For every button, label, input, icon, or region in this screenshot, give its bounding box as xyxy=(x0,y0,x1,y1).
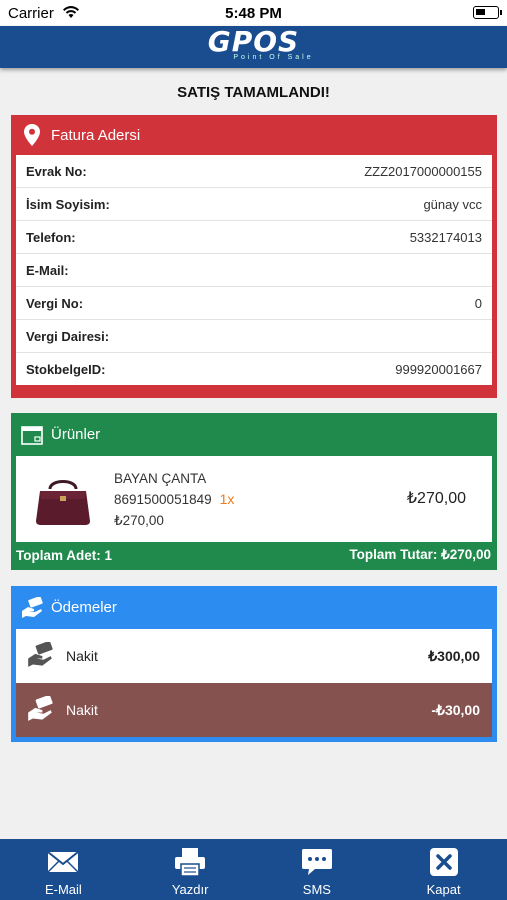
email-button[interactable]: E-Mail xyxy=(0,839,127,900)
stock-doc-id-row: StokbelgeID: 999920001667 xyxy=(16,353,492,385)
close-label: Kapat xyxy=(426,882,461,897)
name-row: İsim Soyisim: günay vcc xyxy=(16,188,492,221)
money-hand-icon xyxy=(26,640,54,671)
invoice-title: Fatura Adersi xyxy=(51,126,141,144)
row-value: günay vcc xyxy=(423,196,482,212)
product-barcode: 8691500051849 xyxy=(114,492,212,507)
tax-no-row: Vergi No: 0 xyxy=(16,287,492,320)
product-unit-price: ₺270,00 xyxy=(114,513,164,528)
evrak-no-row: Evrak No: ZZZ2017000000155 xyxy=(16,155,492,188)
page-title: SATIŞ TAMAMLANDI! xyxy=(177,84,330,101)
row-label: Telefon: xyxy=(26,229,76,245)
battery-icon xyxy=(473,6,502,19)
products-title: Ürünler xyxy=(51,426,101,443)
product-info: BAYAN ÇANTA 8691500051849 1x ₺270,00 xyxy=(114,468,234,531)
products-section: Ürünler BAYAN ÇANTA 8691500051849 1x ₺270… xyxy=(11,413,497,570)
payment-amount: -₺30,00 xyxy=(431,701,480,718)
invoice-header: Fatura Adersi xyxy=(11,115,497,155)
change-row[interactable]: Nakit -₺30,00 xyxy=(16,683,492,737)
products-totals: Toplam Adet: 1 Toplam Tutar: ₺270,00 xyxy=(11,542,497,568)
product-quantity: 1x xyxy=(219,491,235,507)
total-amount: Toplam Tutar: ₺270,00 xyxy=(349,547,491,562)
invoice-details: Evrak No: ZZZ2017000000155 İsim Soyisim: g… xyxy=(16,155,492,385)
product-name: BAYAN ÇANTA xyxy=(114,471,207,486)
invoice-section: Fatura Adersi Evrak No: ZZZ2017000000155 … xyxy=(11,115,497,398)
payment-method: Nakit xyxy=(66,648,98,664)
row-value: ZZZ2017000000155 xyxy=(364,163,482,179)
row-label: Evrak No: xyxy=(26,163,87,179)
products-header: Ürünler xyxy=(11,413,497,456)
row-label: Vergi Dairesi: xyxy=(26,328,110,344)
print-label: Yazdır xyxy=(171,882,209,897)
bottom-toolbar: E-Mail Yazdır SMS Kapat xyxy=(0,839,507,900)
close-icon xyxy=(426,846,462,878)
box-icon xyxy=(21,424,43,446)
map-pin-icon xyxy=(21,124,43,146)
close-button[interactable]: Kapat xyxy=(380,839,507,900)
phone-row: Telefon: 5332174013 xyxy=(16,221,492,254)
product-item[interactable]: BAYAN ÇANTA 8691500051849 1x ₺270,00 ₺270… xyxy=(16,456,492,542)
sms-button[interactable]: SMS xyxy=(254,839,381,900)
chat-bubble-icon xyxy=(299,846,335,878)
tax-office-row: Vergi Dairesi: xyxy=(16,320,492,353)
envelope-icon xyxy=(45,846,81,878)
payments-header: Ödemeler xyxy=(11,586,497,629)
printer-icon xyxy=(172,846,208,878)
header-bar: GPOS Point Of Sale xyxy=(0,26,507,68)
payment-amount: ₺300,00 xyxy=(428,647,480,664)
payments-title: Ödemeler xyxy=(51,599,117,616)
status-bar: Carrier 5:48 PM xyxy=(0,0,507,26)
money-hand-icon xyxy=(21,596,43,619)
product-image xyxy=(28,469,98,529)
product-total-price: ₺270,00 xyxy=(406,490,466,507)
clock: 5:48 PM xyxy=(225,5,282,22)
app-logo: GPOS Point Of Sale xyxy=(207,25,314,62)
row-value: 5332174013 xyxy=(409,229,482,245)
row-label: E-Mail: xyxy=(26,262,69,278)
total-quantity: Toplam Adet: 1 xyxy=(16,547,113,563)
row-label: İsim Soyisim: xyxy=(26,196,110,212)
email-row: E-Mail: xyxy=(16,254,492,287)
print-button[interactable]: Yazdır xyxy=(127,839,254,900)
sms-label: SMS xyxy=(302,882,331,897)
row-label: Vergi No: xyxy=(26,295,84,311)
payment-row[interactable]: Nakit ₺300,00 xyxy=(16,629,492,683)
payments-section: Ödemeler Nakit ₺300,00 Nakit -₺30,00 xyxy=(11,586,497,742)
email-label: E-Mail xyxy=(44,882,82,897)
row-value: 0 xyxy=(474,295,482,311)
payments-list: Nakit ₺300,00 Nakit -₺30,00 xyxy=(16,629,492,737)
money-hand-icon xyxy=(26,694,54,725)
payment-method: Nakit xyxy=(66,702,98,718)
row-value: 999920001667 xyxy=(395,361,482,377)
row-label: StokbelgeID: xyxy=(26,361,106,377)
